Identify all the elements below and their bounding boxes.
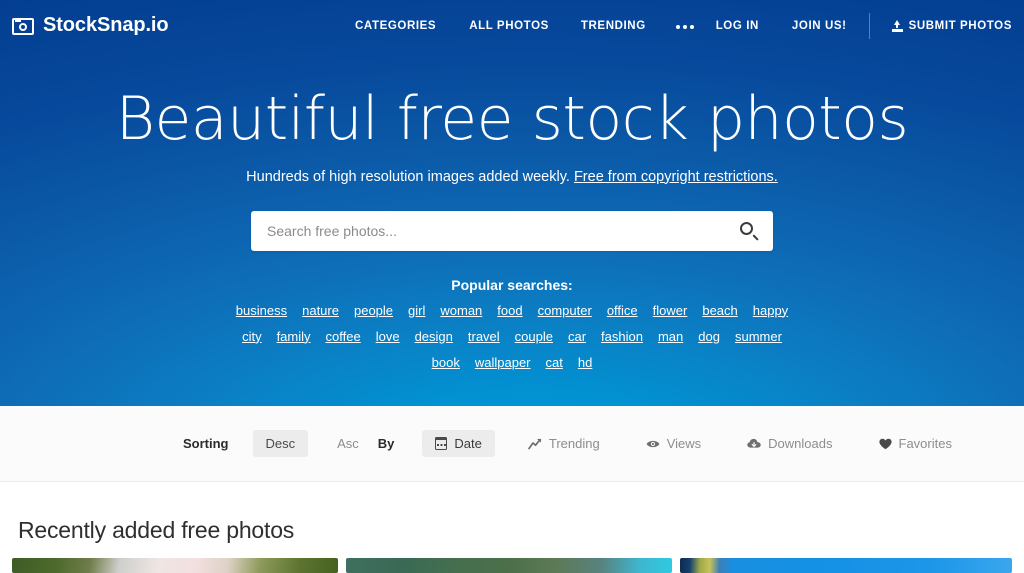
photo-thumbnail[interactable] <box>680 558 1012 573</box>
sort-by-views[interactable]: Views <box>633 430 714 457</box>
sort-by-date-label: Date <box>454 436 482 451</box>
sort-by-favorites[interactable]: Favorites <box>866 430 965 457</box>
sort-by-downloads[interactable]: Downloads <box>734 430 845 457</box>
nav-item-all-photos[interactable]: ALL PHOTOS <box>469 14 549 38</box>
search-icon <box>739 221 759 242</box>
sort-by-trending-label: Trending <box>548 436 600 451</box>
sort-by-label: By <box>377 436 395 451</box>
tag-summer[interactable]: summer <box>735 329 782 344</box>
tag-city[interactable]: city <box>242 329 262 344</box>
hero-subtitle: Hundreds of high resolution images added… <box>0 169 1024 185</box>
sort-by-favorites-label: Favorites <box>898 436 952 451</box>
tag-girl[interactable]: girl <box>408 303 425 318</box>
nav-right-links: LOG IN JOIN US! SUBMIT PHOTOS <box>716 0 1012 51</box>
top-navbar: StockSnap.io CATEGORIES ALL PHOTOS TREND… <box>0 0 1024 51</box>
upload-icon <box>891 19 903 32</box>
gallery-heading: Recently added free photos <box>18 517 295 543</box>
sort-direction-desc[interactable]: Desc <box>252 430 309 457</box>
tag-food[interactable]: food <box>497 303 522 318</box>
sorting-bar: Sorting Desc Asc By Date Trending Views … <box>0 406 1024 482</box>
copyright-link[interactable]: Free from copyright restrictions. <box>574 169 778 185</box>
hero-content: Beautiful free stock photos Hundreds of … <box>0 51 1024 381</box>
page-title: Beautiful free stock photos <box>115 84 909 154</box>
tag-love[interactable]: love <box>376 329 400 344</box>
eye-icon <box>646 439 660 449</box>
tag-coffee[interactable]: coffee <box>326 329 361 344</box>
nav-item-trending[interactable]: TRENDING <box>581 14 646 38</box>
nav-item-log-in[interactable]: LOG IN <box>716 14 759 38</box>
heart-icon <box>878 438 892 450</box>
photo-grid <box>0 558 1024 573</box>
sort-by-date[interactable]: Date <box>422 430 495 457</box>
search-input[interactable] <box>251 211 773 250</box>
tag-dog[interactable]: dog <box>698 329 720 344</box>
tag-flower[interactable]: flower <box>653 303 688 318</box>
hero-section: StockSnap.io CATEGORIES ALL PHOTOS TREND… <box>0 0 1024 406</box>
camera-icon <box>12 16 34 35</box>
photo-thumbnail[interactable] <box>346 558 672 573</box>
submit-photos-label: SUBMIT PHOTOS <box>908 19 1012 32</box>
tag-family[interactable]: family <box>277 329 311 344</box>
tag-beach[interactable]: beach <box>702 303 737 318</box>
brand-logo[interactable]: StockSnap.io <box>12 14 169 37</box>
tag-row: book wallpaper cat hd <box>0 355 1024 370</box>
tag-travel[interactable]: travel <box>468 329 500 344</box>
tag-happy[interactable]: happy <box>753 303 788 318</box>
tag-people[interactable]: people <box>354 303 393 318</box>
trending-icon <box>528 438 542 450</box>
tag-row: business nature people girl woman food c… <box>0 303 1024 318</box>
popular-searches-label: Popular searches: <box>451 276 573 293</box>
tag-car[interactable]: car <box>568 329 586 344</box>
sort-direction-asc-label: Asc <box>337 436 359 451</box>
tag-row: city family coffee love design travel co… <box>0 329 1024 344</box>
tag-wallpaper[interactable]: wallpaper <box>475 355 531 370</box>
tag-fashion[interactable]: fashion <box>601 329 643 344</box>
nav-more-menu[interactable] <box>675 14 694 38</box>
tag-couple[interactable]: couple <box>515 329 553 344</box>
sort-by-trending[interactable]: Trending <box>515 430 613 457</box>
tag-business[interactable]: business <box>236 303 287 318</box>
tag-hd[interactable]: hd <box>578 355 592 370</box>
brand-name: StockSnap.io <box>43 14 169 36</box>
search-button[interactable] <box>739 220 761 242</box>
sorting-label: Sorting <box>183 436 229 451</box>
search-bar[interactable] <box>251 210 773 251</box>
popular-tags: business nature people girl woman food c… <box>0 303 1024 370</box>
nav-divider <box>868 12 870 39</box>
ellipsis-icon <box>675 24 694 29</box>
hero-subtitle-text: Hundreds of high resolution images added… <box>246 168 574 185</box>
tag-woman[interactable]: woman <box>440 303 482 318</box>
nav-item-categories[interactable]: CATEGORIES <box>355 14 436 38</box>
sort-direction-asc[interactable]: Asc <box>324 430 372 457</box>
download-icon <box>747 438 761 449</box>
tag-cat[interactable]: cat <box>546 355 563 370</box>
tag-office[interactable]: office <box>607 303 638 318</box>
nav-item-join-us[interactable]: JOIN US! <box>792 14 847 38</box>
tag-nature[interactable]: nature <box>302 303 339 318</box>
tag-book[interactable]: book <box>432 355 460 370</box>
submit-photos-button[interactable]: SUBMIT PHOTOS <box>891 14 1012 38</box>
sort-direction-desc-label: Desc <box>265 436 296 451</box>
tag-design[interactable]: design <box>415 329 453 344</box>
tag-man[interactable]: man <box>658 329 683 344</box>
photo-thumbnail[interactable] <box>12 558 338 573</box>
tag-computer[interactable]: computer <box>538 303 592 318</box>
calendar-icon <box>434 436 448 450</box>
nav-center-links: CATEGORIES ALL PHOTOS TRENDING <box>355 0 694 51</box>
sort-by-views-label: Views <box>666 436 702 451</box>
sort-by-downloads-label: Downloads <box>768 436 833 451</box>
